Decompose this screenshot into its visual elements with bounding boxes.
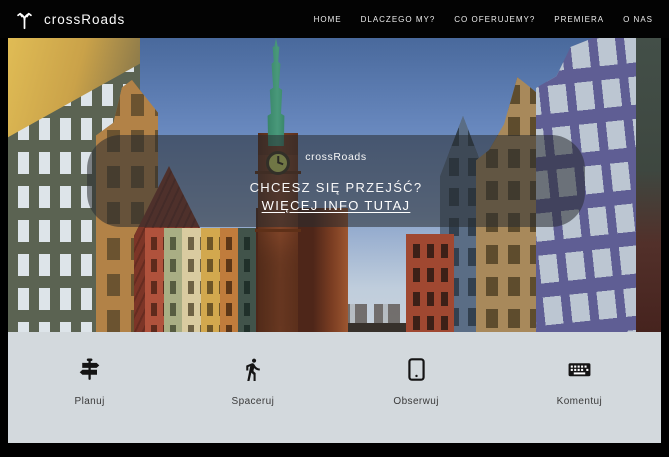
feature-spaceruj: Spaceruj [171,357,334,419]
hero-section: crossRoads CHCESZ SIĘ PRZEJŚĆ? WIĘCEJ IN… [8,38,661,332]
feature-label: Spaceruj [231,395,275,407]
hero-tagline: CHCESZ SIĘ PRZEJŚĆ? [249,180,423,195]
bottom-frame-bar [0,443,669,457]
nav-menu: HOME DLACZEGO MY? CO OFERUJEMY? PREMIERA… [314,15,653,24]
keyboard-icon [498,357,661,383]
feature-obserwuj: Obserwuj [335,357,498,419]
nav-link-home[interactable]: HOME [314,15,342,24]
page: crossRoads HOME DLACZEGO MY? CO OFERUJEM… [0,0,669,457]
signpost-icon [8,357,171,383]
feature-planuj: Planuj [8,357,171,419]
feature-komentuj: Komentuj [498,357,661,419]
nav-link-premiera[interactable]: PREMIERA [554,15,604,24]
nav-link-o-nas[interactable]: O NAS [623,15,653,24]
fork-road-icon [14,8,35,31]
brand-logo[interactable]: crossRoads [14,8,125,31]
tablet-icon [335,357,498,383]
nav-link-dlaczego-my[interactable]: DLACZEGO MY? [361,15,436,24]
walking-person-icon [171,357,334,383]
hero-title: crossRoads [305,151,367,163]
feature-label: Komentuj [556,395,603,407]
features-section: Planuj Spaceruj Obserwuj Komentuj [8,332,661,443]
hero-overlay-panel: crossRoads CHCESZ SIĘ PRZEJŚĆ? WIĘCEJ IN… [87,135,585,227]
nav-link-co-oferujemy[interactable]: CO OFERUJEMY? [454,15,535,24]
brand-name: crossRoads [44,11,126,27]
hero-cta-link[interactable]: WIĘCEJ INFO TUTAJ [262,198,411,213]
top-navbar: crossRoads HOME DLACZEGO MY? CO OFERUJEM… [0,0,669,38]
feature-label: Obserwuj [393,395,439,407]
feature-label: Planuj [74,395,105,407]
